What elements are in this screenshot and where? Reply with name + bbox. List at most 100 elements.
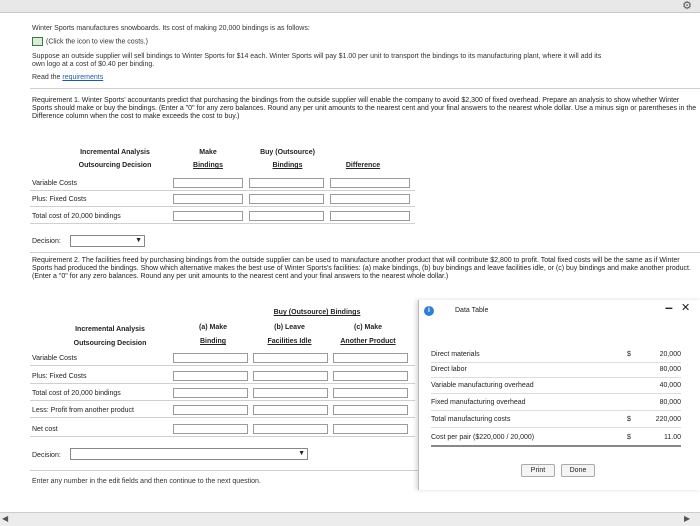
row-label: Plus: Fixed Costs [32,373,87,380]
req2-col-c: (c) Make [353,324,382,331]
req2-col-a: (a) Make [198,324,227,331]
table-icon[interactable] [32,37,43,46]
req2-c-profit-input[interactable] [333,405,408,415]
currency-symbol: $ [627,434,631,441]
req2-col-a-sub: Binding [199,338,227,345]
req1-make-total-input[interactable] [173,211,243,221]
row-value: 80,000 [659,366,681,373]
row-value: 20,000 [659,351,681,358]
req2-c-variable-input[interactable] [333,353,408,363]
scroll-left-icon[interactable]: ◀ [2,514,8,523]
row-label: Direct materials [431,351,480,358]
req2-col-c-sub: Another Product [340,338,396,345]
row-label: Variable Costs [32,180,78,187]
req2-a-fixed-input[interactable] [173,371,248,381]
divider [30,252,700,253]
requirement-1-text: Requirement 1. Winter Sports' accountant… [32,97,697,120]
req1-col-difference: Difference [345,162,381,169]
data-table-row: Total manufacturing costs $ 220,000 [431,413,681,428]
currency-symbol: $ [627,351,631,358]
req2-decision-label: Decision: [32,452,61,459]
req1-diff-fixed-input[interactable] [330,194,410,204]
row-label: Fixed manufacturing overhead [431,399,526,406]
gear-icon[interactable]: ⚙ [682,0,692,12]
horizontal-scrollbar[interactable]: ◀ ▶ [0,512,700,526]
req2-b-net-input[interactable] [253,424,328,434]
req2-a-net-input[interactable] [173,424,248,434]
req2-c-fixed-input[interactable] [333,371,408,381]
data-table-popup: i Data Table – ✕ Direct materials $ 20,0… [418,299,700,490]
row-value: 80,000 [659,399,681,406]
req2-b-fixed-input[interactable] [253,371,328,381]
row-label: Variable Costs [32,355,78,362]
req2-row-total: Total cost of 20,000 bindings [30,387,415,401]
costs-link-row[interactable]: (Click the icon to view the costs.) [32,37,148,46]
req1-header-outsourcing: Outsourcing Decision [78,162,152,169]
close-icon[interactable]: ✕ [681,301,690,314]
req2-b-profit-input[interactable] [253,405,328,415]
req1-buy-variable-input[interactable] [249,178,324,188]
print-button[interactable]: Print [521,464,555,477]
req1-buy-fixed-input[interactable] [249,194,324,204]
intro-line-1: Winter Sports manufactures snowboards. I… [32,25,310,32]
req1-diff-total-input[interactable] [330,211,410,221]
req1-header-incremental: Incremental Analysis [80,149,150,156]
req2-row-variable: Variable Costs [30,352,415,366]
req1-col-buy: Buy (Outsource) [260,149,315,156]
req1-col-make-sub: Bindings [193,162,223,169]
req2-header-outsourcing: Outsourcing Decision [73,340,147,347]
chevron-down-icon: ▼ [135,237,142,244]
req2-a-total-input[interactable] [173,388,248,398]
req1-col-make: Make [199,149,217,156]
req1-diff-variable-input[interactable] [330,178,410,188]
row-label: Total manufacturing costs [431,416,511,423]
intro-line-3: Suppose an outside supplier will sell bi… [32,53,602,60]
intro-line-4: own logo at a cost of $0.40 per binding. [32,61,155,68]
req1-buy-total-input[interactable] [249,211,324,221]
row-label: Less: Profit from another product [32,407,134,414]
req1-row-fixed: Plus: Fixed Costs [30,193,415,207]
minimize-icon[interactable]: – [665,299,673,315]
currency-symbol: $ [627,416,631,423]
row-label: Total cost of 20,000 bindings [32,213,121,220]
req2-group-header: Buy (Outsource) Bindings [273,309,361,316]
row-value: 11.00 [664,434,681,441]
req2-row-net: Net cost [30,423,415,437]
row-value: 220,000 [655,416,681,423]
req2-decision-select[interactable]: ▼ [70,448,308,460]
row-label: Plus: Fixed Costs [32,196,87,203]
requirement-2-text: Requirement 2. The facilities freed by p… [32,257,691,280]
req1-col-buy-sub: Bindings [272,162,303,169]
req2-b-total-input[interactable] [253,388,328,398]
requirements-link[interactable]: requirements [62,74,103,81]
read-the-text: Read the [32,74,61,81]
data-table-row: Variable manufacturing overhead 40,000 [431,379,681,394]
row-label: Cost per pair ($220,000 / 20,000) [431,434,535,441]
done-button[interactable]: Done [561,464,595,477]
req2-col-b-sub: Facilities Idle [267,338,312,345]
row-label: Total cost of 20,000 bindings [32,390,121,397]
read-requirements: Read the requirements [32,74,103,81]
req1-make-variable-input[interactable] [173,178,243,188]
req2-c-net-input[interactable] [333,424,408,434]
data-table-title: Data Table [455,307,489,314]
req2-header-incremental: Incremental Analysis [75,326,145,333]
req2-row-fixed: Plus: Fixed Costs [30,370,415,384]
req2-a-profit-input[interactable] [173,405,248,415]
data-table-row: Cost per pair ($220,000 / 20,000) $ 11.0… [431,431,681,447]
costs-link[interactable]: (Click the icon to view the costs.) [46,38,148,45]
row-label: Net cost [32,426,58,433]
req2-a-variable-input[interactable] [173,353,248,363]
top-toolbar: ⚙ [0,0,700,13]
req1-decision-label: Decision: [32,238,61,245]
info-icon: i [424,306,434,316]
data-table-row: Direct materials $ 20,000 [431,348,681,363]
req1-decision-select[interactable]: ▼ [70,235,145,247]
row-value: 40,000 [659,382,681,389]
req1-make-fixed-input[interactable] [173,194,243,204]
req2-b-variable-input[interactable] [253,353,328,363]
req2-c-total-input[interactable] [333,388,408,398]
data-table-row: Direct labor 80,000 [431,363,681,378]
req2-col-b: (b) Leave [274,324,305,331]
scroll-right-icon[interactable]: ▶ [684,514,690,523]
